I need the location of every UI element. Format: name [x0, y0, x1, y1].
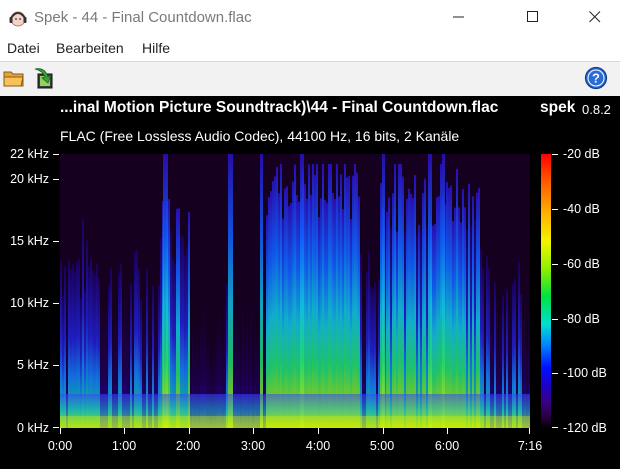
- freq-tick: [53, 427, 59, 428]
- db-tick: [552, 427, 558, 428]
- db-tick: [552, 264, 558, 265]
- freq-tick: [53, 303, 59, 304]
- time-tick: [124, 428, 125, 434]
- db-tick: [552, 319, 558, 320]
- time-tick: [318, 428, 319, 434]
- menu-hilfe[interactable]: Hilfe: [142, 40, 170, 56]
- spek-app-icon: [8, 8, 28, 28]
- freq-tick: [53, 154, 59, 155]
- window-title: Spek - 44 - Final Countdown.flac: [34, 9, 252, 26]
- time-tick: [447, 428, 448, 434]
- spectrogram-image: [60, 154, 530, 428]
- close-button[interactable]: [572, 0, 618, 34]
- time-label: 4:00: [305, 439, 331, 453]
- menu-bar: Datei Bearbeiten Hilfe: [0, 36, 620, 62]
- minimize-icon: [453, 16, 464, 18]
- time-tick: [383, 428, 384, 434]
- time-label: 1:00: [111, 439, 137, 453]
- svg-text:?: ?: [592, 71, 600, 86]
- version-label: 0.8.2: [582, 102, 611, 117]
- time-tick: [189, 428, 190, 434]
- db-label: -60 dB: [563, 257, 600, 271]
- db-tick: [552, 154, 558, 155]
- menu-datei[interactable]: Datei: [7, 40, 40, 56]
- file-info: FLAC (Free Lossless Audio Codec), 44100 …: [60, 128, 460, 144]
- save-image-button[interactable]: [32, 66, 58, 92]
- db-tick: [552, 209, 558, 210]
- file-path-title: ...inal Motion Picture Soundtrack)\44 - …: [60, 99, 499, 116]
- minimize-button[interactable]: [436, 0, 482, 34]
- db-label: -20 dB: [563, 147, 600, 161]
- freq-tick: [53, 241, 59, 242]
- db-tick: [552, 373, 558, 374]
- freq-tick: [53, 365, 59, 366]
- spectrogram-plot: [60, 154, 530, 428]
- toolbar: ?: [0, 62, 620, 96]
- time-label: 3:00: [240, 439, 266, 453]
- spectrogram-viewer: ...inal Motion Picture Soundtrack)\44 - …: [0, 96, 620, 469]
- time-label: 5:00: [369, 439, 395, 453]
- maximize-button[interactable]: [510, 0, 556, 34]
- db-label: -100 dB: [563, 366, 607, 380]
- time-tick: [253, 428, 254, 434]
- time-tick: [529, 428, 530, 434]
- db-label: -80 dB: [563, 312, 600, 326]
- help-icon: ?: [584, 66, 608, 90]
- help-button[interactable]: ?: [584, 66, 610, 92]
- freq-label: 10 kHz: [10, 296, 49, 310]
- time-label: 2:00: [175, 439, 201, 453]
- freq-tick: [53, 179, 59, 180]
- close-icon: [589, 11, 601, 23]
- freq-label: 15 kHz: [10, 234, 49, 248]
- db-color-scale: [541, 154, 551, 428]
- open-folder-icon: [3, 71, 24, 87]
- time-label: 0:00: [47, 439, 73, 453]
- freq-label: 22 kHz: [10, 147, 49, 161]
- open-file-button[interactable]: [2, 66, 28, 92]
- time-tick: [60, 428, 61, 434]
- maximize-icon: [527, 11, 538, 22]
- time-label: 7:16: [517, 439, 543, 453]
- brand-label: spek: [540, 99, 576, 116]
- title-bar: Spek - 44 - Final Countdown.flac: [0, 0, 620, 36]
- freq-label: 20 kHz: [10, 172, 49, 186]
- time-label: 6:00: [434, 439, 460, 453]
- freq-label: 0 kHz: [17, 421, 49, 435]
- save-image-icon: [34, 68, 53, 89]
- menu-bearbeiten[interactable]: Bearbeiten: [56, 40, 124, 56]
- freq-label: 5 kHz: [17, 358, 49, 372]
- db-label: -120 dB: [563, 421, 607, 435]
- db-label: -40 dB: [563, 202, 600, 216]
